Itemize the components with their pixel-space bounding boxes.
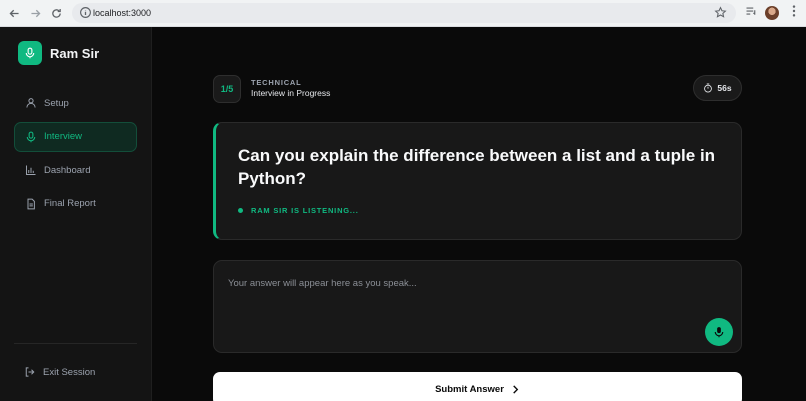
sidebar-item-label: Interview: [44, 131, 83, 142]
address-bar[interactable]: localhost:3000: [72, 3, 736, 23]
sidebar-nav: Setup Interview Dashboard Final Report: [14, 88, 137, 222]
document-icon: [27, 198, 35, 209]
question-text: Can you explain the difference between a…: [238, 146, 716, 188]
sidebar-divider: [14, 343, 137, 344]
brand[interactable]: Ram Sir: [18, 41, 99, 65]
sidebar-item-interview[interactable]: Interview: [14, 121, 137, 152]
timer-value: 56s: [717, 83, 732, 93]
more-menu-icon[interactable]: [789, 4, 799, 23]
sidebar-item-label: Setup: [44, 97, 69, 109]
sidebar-item-dashboard[interactable]: Dashboard: [14, 155, 137, 185]
back-icon[interactable]: [6, 5, 22, 21]
sidebar-item-setup[interactable]: Setup: [14, 88, 137, 118]
mic-icon: [26, 131, 36, 142]
bookmark-star-icon[interactable]: [714, 6, 727, 19]
url-text: localhost:3000: [93, 8, 152, 18]
user-icon: [26, 98, 36, 108]
main-content: 1/5 TECHNICAL Interview in Progress 56s …: [153, 27, 806, 401]
exit-session-label: Exit Session: [43, 366, 96, 378]
bar-chart-icon: [26, 165, 36, 175]
interview-status: Interview in Progress: [251, 88, 331, 98]
sidebar-item-label: Dashboard: [44, 164, 91, 176]
question-category: TECHNICAL: [251, 78, 302, 87]
listening-dot: [238, 208, 243, 213]
question-counter: 1/5: [213, 75, 241, 103]
browser-toolbar: localhost:3000: [0, 0, 806, 27]
site-info-icon[interactable]: [79, 6, 92, 19]
media-controls-icon[interactable]: [745, 4, 757, 22]
forward-icon[interactable]: [27, 5, 43, 21]
listening-indicator: RAM SIR IS LISTENING...: [238, 206, 359, 215]
answer-box[interactable]: Your answer will appear here as you spea…: [213, 260, 742, 353]
sidebar: Ram Sir Setup Interview Dashboard Final …: [0, 27, 152, 401]
answer-placeholder: Your answer will appear here as you spea…: [228, 278, 417, 289]
profile-avatar[interactable]: [765, 6, 779, 20]
timer-badge: 56s: [693, 75, 742, 101]
record-mic-button[interactable]: [705, 318, 733, 346]
submit-answer-label: Submit Answer: [435, 383, 504, 395]
stopwatch-icon: [704, 83, 713, 93]
chevron-right-icon: [513, 384, 519, 394]
submit-answer-button[interactable]: Submit Answer: [213, 372, 742, 401]
reload-icon[interactable]: [48, 5, 64, 21]
brand-mic-icon: [18, 41, 42, 65]
exit-session-button[interactable]: Exit Session: [14, 358, 137, 386]
sidebar-item-final-report[interactable]: Final Report: [14, 189, 137, 219]
logout-icon: [25, 367, 35, 377]
question-card: Can you explain the difference between a…: [213, 122, 742, 240]
listening-label: RAM SIR IS LISTENING...: [251, 206, 359, 215]
mic-icon: [714, 327, 724, 338]
brand-name: Ram Sir: [50, 45, 100, 61]
sidebar-item-label: Final Report: [44, 198, 96, 209]
